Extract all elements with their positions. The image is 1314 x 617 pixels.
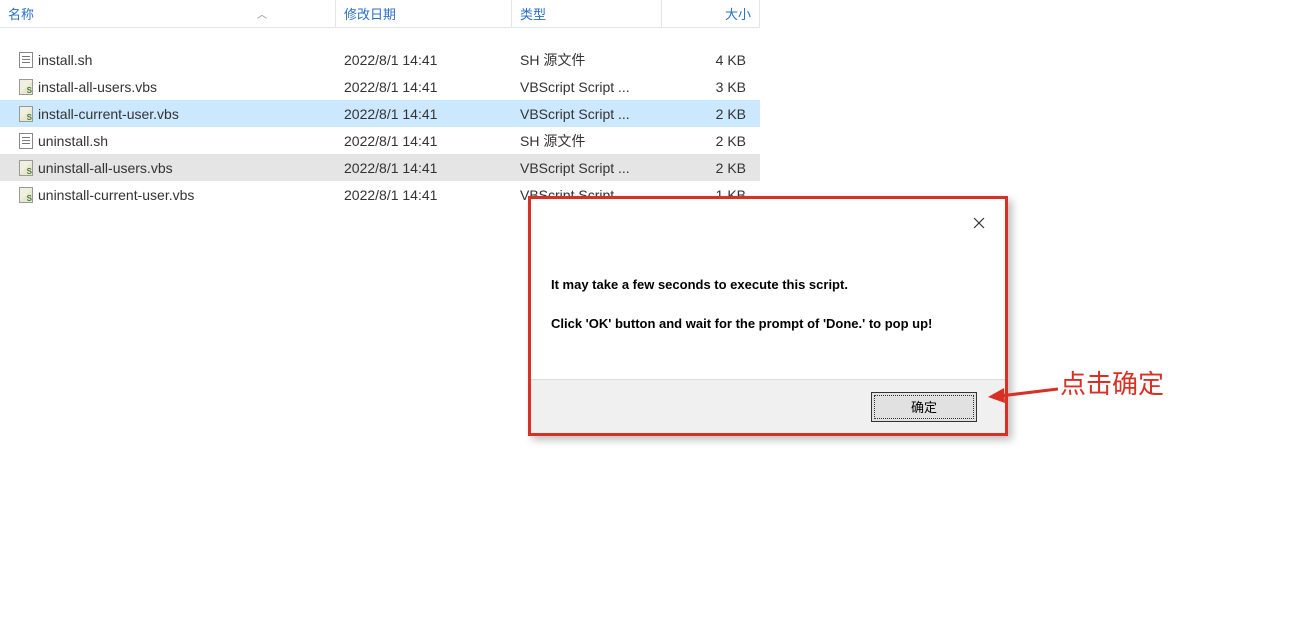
file-rows-container: install.sh2022/8/1 14:41SH 源文件4 KBinstal… [0,28,760,208]
vbs-file-icon [18,187,34,203]
file-date: 2022/8/1 14:41 [336,131,512,151]
arrow-icon [988,374,1058,404]
dialog-footer: 确定 [531,379,1005,433]
ok-button[interactable]: 确定 [871,392,977,422]
file-type: VBScript Script ... [512,77,662,97]
close-button[interactable] [967,211,991,235]
file-name: uninstall-all-users.vbs [38,160,173,176]
file-size: 2 KB [662,158,760,178]
file-type: SH 源文件 [512,129,662,153]
file-name-cell: uninstall-all-users.vbs [0,158,336,178]
file-size: 3 KB [662,77,760,97]
file-row[interactable]: uninstall-all-users.vbs 2022/8/1 14:41VBS… [0,154,760,181]
annotation-label: 点击确定 [1060,364,1164,401]
sh-file-icon [18,133,34,149]
column-label: 类型 [520,4,546,23]
message-dialog: It may take a few seconds to execute thi… [528,196,1008,436]
file-size: 2 KB [662,104,760,124]
dialog-body: It may take a few seconds to execute thi… [531,199,1005,331]
file-name-cell: install-current-user.vbs [0,104,336,124]
file-date: 2022/8/1 14:41 [336,77,512,97]
dialog-text-line2: Click 'OK' button and wait for the promp… [551,316,985,331]
file-row[interactable]: uninstall.sh 2022/8/1 14:41SH 源文件2 KB [0,127,760,154]
column-header-name[interactable]: 名称 ︿ [0,0,336,27]
file-name: install.sh [38,52,92,68]
file-type: SH 源文件 [512,48,662,72]
file-name: install-current-user.vbs [38,106,179,122]
column-header-row: 名称 ︿ 修改日期 类型 大小 [0,0,760,28]
file-date: 2022/8/1 14:41 [336,50,512,70]
file-row[interactable]: install-all-users.vbs 2022/8/1 14:41VBScr… [0,73,760,100]
column-header-date[interactable]: 修改日期 [336,0,512,27]
vbs-file-icon [18,79,34,95]
sh-file-icon [18,52,34,68]
file-size: 4 KB [662,50,760,70]
vbs-file-icon [18,160,34,176]
file-date: 2022/8/1 14:41 [336,158,512,178]
column-header-type[interactable]: 类型 [512,0,662,27]
sort-ascending-icon: ︿ [257,6,267,21]
close-icon [973,217,985,229]
file-name: install-all-users.vbs [38,79,157,95]
file-type: VBScript Script ... [512,104,662,124]
file-row[interactable]: install.sh 2022/8/1 14:41SH 源文件4 KB [0,46,760,73]
file-size: 2 KB [662,131,760,151]
file-name-cell: uninstall.sh [0,131,336,151]
vbs-file-icon [18,106,34,122]
file-name-cell: uninstall-current-user.vbs [0,185,336,205]
file-date: 2022/8/1 14:41 [336,185,512,205]
file-type: VBScript Script ... [512,158,662,178]
column-label: 大小 [725,4,751,23]
column-label: 名称 [8,4,34,23]
file-name: uninstall.sh [38,133,108,149]
file-list-panel: 名称 ︿ 修改日期 类型 大小 install.sh 2022/8/1 14:41… [0,0,760,208]
column-label: 修改日期 [344,4,396,23]
file-name-cell: install.sh [0,50,336,70]
file-name: uninstall-current-user.vbs [38,187,194,203]
dialog-text-line1: It may take a few seconds to execute thi… [551,277,985,292]
file-name-cell: install-all-users.vbs [0,77,336,97]
column-header-size[interactable]: 大小 [662,0,760,27]
file-row[interactable]: install-current-user.vbs 2022/8/1 14:41VB… [0,100,760,127]
file-date: 2022/8/1 14:41 [336,104,512,124]
